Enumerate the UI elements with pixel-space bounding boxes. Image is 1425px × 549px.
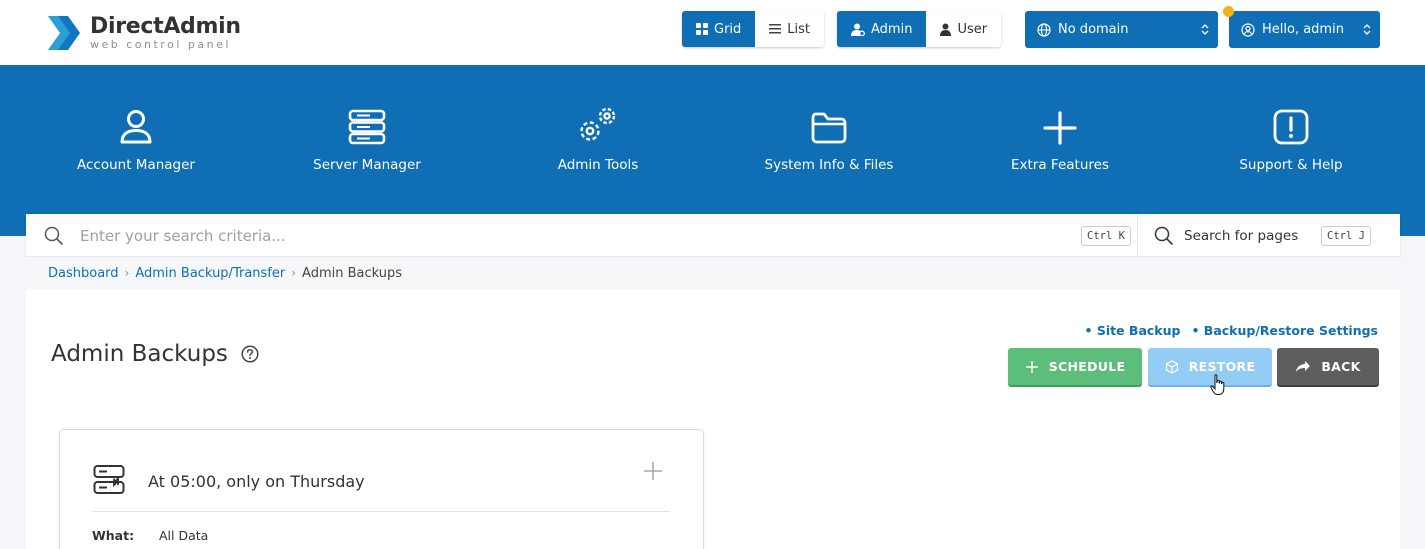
logo-tagline: web control panel — [90, 38, 231, 51]
card-divider — [92, 511, 670, 512]
chevron-updown-icon — [1201, 24, 1209, 35]
back-button[interactable]: BACK — [1277, 348, 1379, 385]
breadcrumb-link-admin-backup-transfer[interactable]: Admin Backup/Transfer — [135, 266, 285, 281]
page-links: • Site Backup • Backup/Restore Settings — [1084, 323, 1378, 338]
chevron-right-icon: › — [291, 266, 297, 280]
nav-extra-features[interactable]: Extra Features — [950, 103, 1170, 173]
search-divider — [1137, 214, 1138, 257]
plus-icon — [1025, 360, 1038, 373]
nav-label: Support & Help — [1239, 157, 1343, 173]
role-toggle: Admin User — [837, 11, 1002, 47]
user-role-label: User — [957, 21, 988, 37]
grid-view-button[interactable]: Grid — [682, 11, 756, 47]
nav-label: System Info & Files — [764, 157, 894, 173]
server-stack-icon — [348, 109, 386, 145]
main-navigation: Account Manager Server Manager Admin Too… — [0, 65, 1425, 236]
search-icon — [44, 226, 63, 245]
schedule-what-value: All Data — [159, 528, 209, 543]
user-icon — [940, 23, 952, 36]
schedule-what-row: What: All Data — [92, 528, 208, 543]
grid-view-label: Grid — [714, 21, 742, 37]
nav-admin-tools[interactable]: Admin Tools — [488, 103, 708, 173]
nav-label: Admin Tools — [557, 157, 639, 173]
schedule-title: At 05:00, only on Thursday — [148, 472, 365, 491]
share-arrow-icon — [1296, 361, 1311, 372]
admin-role-button[interactable]: Admin — [837, 11, 927, 47]
chevron-right-icon: › — [124, 266, 130, 280]
backup-restore-settings-link[interactable]: • Backup/Restore Settings — [1191, 323, 1378, 338]
search-pages-button[interactable]: Search for pages — [1154, 214, 1298, 257]
page-title-text: Admin Backups — [51, 341, 228, 367]
globe-icon — [1037, 22, 1051, 37]
nav-label: Server Manager — [313, 157, 421, 173]
admin-user-icon — [851, 23, 865, 36]
notification-dot[interactable] — [1223, 6, 1234, 17]
gears-icon — [580, 107, 616, 141]
expand-plus-icon[interactable] — [643, 461, 663, 481]
list-icon — [769, 24, 782, 34]
search-pages-shortcut: Ctrl J — [1321, 226, 1371, 246]
account-circle-icon — [1241, 22, 1255, 37]
user-role-button[interactable]: User — [926, 11, 1002, 47]
hand-pointer-icon — [1210, 374, 1225, 395]
search-input[interactable] — [80, 224, 1060, 248]
schedule-what-label: What: — [92, 528, 135, 543]
backup-schedule-card: At 05:00, only on Thursday What: All Dat… — [59, 429, 704, 549]
logo-name: DirectAdmin — [90, 14, 241, 39]
logo-icon — [48, 16, 80, 50]
search-icon — [1154, 226, 1173, 245]
nav-support-help[interactable]: Support & Help — [1181, 103, 1401, 173]
logo[interactable]: DirectAdmin web control panel — [46, 12, 241, 54]
exclamation-icon — [1273, 109, 1309, 145]
domain-select[interactable]: No domain — [1025, 11, 1218, 48]
restore-button-label: RESTORE — [1188, 359, 1256, 374]
view-toggle: Grid List — [682, 11, 825, 47]
box-icon — [1165, 359, 1178, 374]
list-view-button[interactable]: List — [755, 11, 825, 47]
user-menu-label: Hello, admin — [1262, 22, 1344, 37]
admin-role-label: Admin — [871, 21, 913, 37]
search-pages-label: Search for pages — [1184, 227, 1299, 244]
breadcrumb-current: Admin Backups — [302, 265, 403, 281]
nav-system-info-files[interactable]: System Info & Files — [719, 103, 939, 173]
search-shortcut: Ctrl K — [1081, 226, 1131, 246]
user-menu[interactable]: Hello, admin — [1229, 11, 1380, 48]
top-header: DirectAdmin web control panel Grid List … — [0, 0, 1425, 65]
schedule-button[interactable]: SCHEDULE — [1008, 348, 1142, 385]
plus-icon — [1043, 111, 1077, 145]
nav-label: Extra Features — [1011, 157, 1109, 173]
breadcrumb-link-dashboard[interactable]: Dashboard — [48, 266, 119, 281]
nav-label: Account Manager — [77, 157, 195, 173]
site-backup-link[interactable]: • Site Backup — [1084, 323, 1180, 338]
backup-server-icon — [93, 465, 125, 494]
user-icon — [120, 110, 152, 144]
domain-select-value: No domain — [1058, 22, 1129, 37]
page-title: Admin Backups — [51, 341, 259, 367]
nav-account-manager[interactable]: Account Manager — [26, 103, 246, 173]
folder-icon — [811, 112, 847, 144]
chevron-updown-icon — [1363, 24, 1371, 35]
schedule-button-label: SCHEDULE — [1048, 359, 1126, 374]
list-view-label: List — [787, 21, 811, 37]
content-panel: Ctrl K Search for pages Ctrl J Dashboard… — [26, 214, 1400, 549]
help-icon[interactable] — [241, 345, 259, 363]
search-bar: Ctrl K Search for pages Ctrl J — [26, 214, 1400, 257]
grid-icon — [696, 23, 708, 35]
back-button-label: BACK — [1321, 359, 1361, 374]
nav-server-manager[interactable]: Server Manager — [257, 103, 477, 173]
breadcrumb: Dashboard › Admin Backup/Transfer › Admi… — [26, 257, 1400, 289]
